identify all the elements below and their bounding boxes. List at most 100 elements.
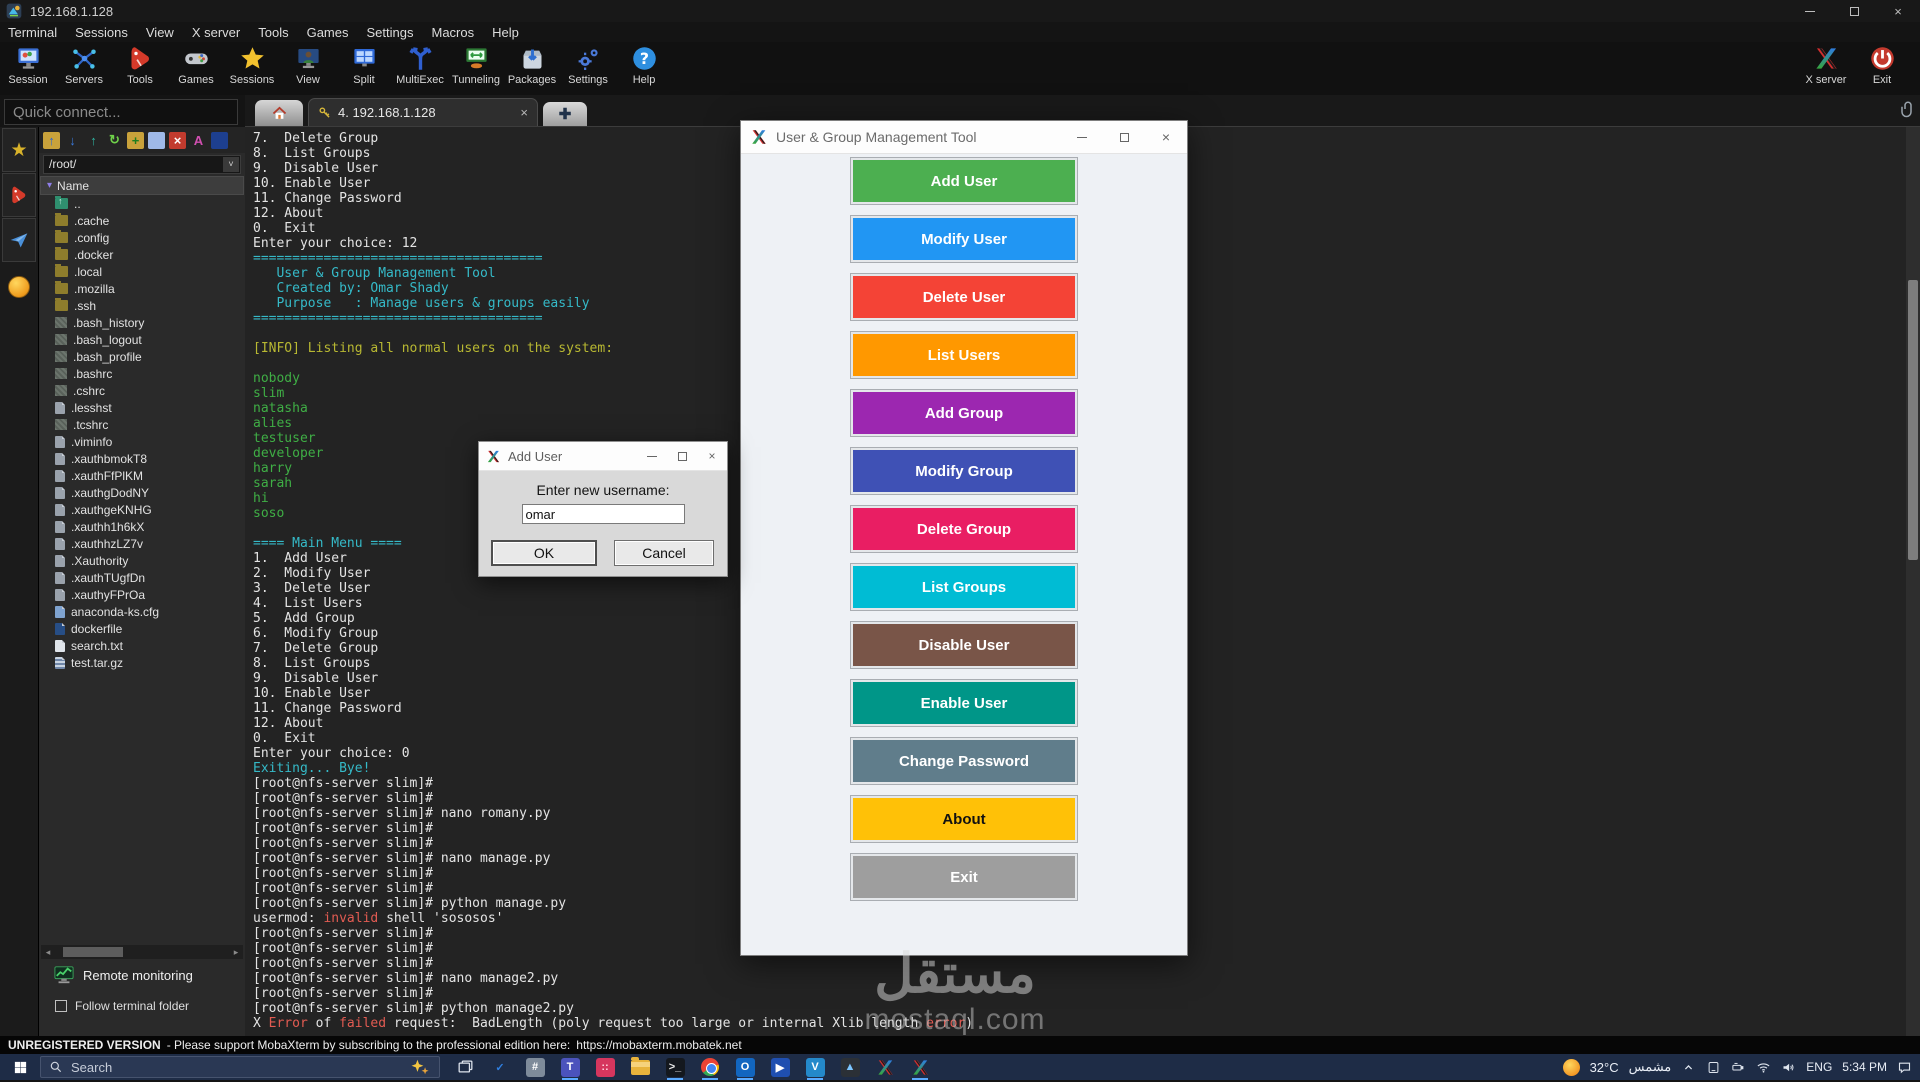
- scroll-right-arrow[interactable]: ▸: [229, 947, 243, 958]
- new-tab-button[interactable]: ✚: [543, 102, 587, 126]
- tool-maximize-button[interactable]: [1103, 121, 1145, 153]
- cancel-button[interactable]: Cancel: [614, 540, 714, 566]
- session-tab[interactable]: 4. 192.168.1.128 ×: [308, 98, 538, 126]
- toolbar-help-button[interactable]: ?Help: [616, 42, 672, 95]
- file-row--config[interactable]: .config: [39, 229, 245, 246]
- file-row--xauthgeknhg[interactable]: .xauthgeKNHG: [39, 501, 245, 518]
- terminal-vscrollbar[interactable]: [1906, 127, 1920, 1036]
- book-icon[interactable]: [211, 132, 228, 149]
- chrome-taskbar-icon[interactable]: [697, 1054, 723, 1080]
- mobaxterm-x-taskbar-icon[interactable]: [872, 1054, 898, 1080]
- file-row--cshrc[interactable]: .cshrc: [39, 382, 245, 399]
- vscode-taskbar-icon[interactable]: V: [802, 1054, 828, 1080]
- file-row--xauthffplkm[interactable]: .xauthFfPlKM: [39, 467, 245, 484]
- notifications-icon[interactable]: [1897, 1060, 1912, 1075]
- calculator-taskbar-icon[interactable]: #: [522, 1054, 548, 1080]
- file-row--cache[interactable]: .cache: [39, 212, 245, 229]
- delete-group-button[interactable]: Delete Group: [851, 506, 1077, 552]
- file-row--xauthbmokt8[interactable]: .xauthbmokT8: [39, 450, 245, 467]
- file-row--xauthyfproa[interactable]: .xauthyFPrOa: [39, 586, 245, 603]
- exit-button[interactable]: Exit: [851, 854, 1077, 900]
- weather-sun-icon[interactable]: [1563, 1059, 1580, 1076]
- macros-ball-icon[interactable]: [8, 276, 30, 298]
- file-row--bash-profile[interactable]: .bash_profile: [39, 348, 245, 365]
- blue-check-app-taskbar-icon[interactable]: ✓: [487, 1054, 513, 1080]
- delete-user-button[interactable]: Delete User: [851, 274, 1077, 320]
- menu-x-server[interactable]: X server: [192, 25, 240, 40]
- scroll-left-arrow[interactable]: ◂: [41, 947, 55, 958]
- home-tab[interactable]: [255, 100, 303, 126]
- file-list-hscrollbar[interactable]: ◂ ▸: [41, 945, 243, 959]
- tab-close-icon[interactable]: ×: [520, 105, 528, 120]
- wifi-icon[interactable]: [1756, 1060, 1771, 1075]
- pen-battery-icon[interactable]: [1731, 1060, 1746, 1075]
- path-field[interactable]: /root/ ˅: [43, 155, 241, 174]
- status-link[interactable]: https://mobaxterm.mobatek.net: [576, 1038, 741, 1052]
- disable-user-button[interactable]: Disable User: [851, 622, 1077, 668]
- toolbar-tunneling-button[interactable]: Tunneling: [448, 42, 504, 95]
- file-row--bash-history[interactable]: .bash_history: [39, 314, 245, 331]
- file-row--xauthtugfdn[interactable]: .xauthTUgfDn: [39, 569, 245, 586]
- file-row--local[interactable]: .local: [39, 263, 245, 280]
- file-row--xauthh1h6kx[interactable]: .xauthh1h6kX: [39, 518, 245, 535]
- delete-icon[interactable]: ×: [169, 132, 186, 149]
- toolbar-split-button[interactable]: Split: [336, 42, 392, 95]
- about-button[interactable]: About: [851, 796, 1077, 842]
- mobaxterm-x-2-taskbar-icon[interactable]: [907, 1054, 933, 1080]
- toolbar-session-button[interactable]: Session: [0, 42, 56, 95]
- edit-icon[interactable]: A: [190, 132, 207, 149]
- new-folder-icon[interactable]: +: [127, 132, 144, 149]
- toolbar-exit-button[interactable]: Exit: [1854, 42, 1910, 95]
- checkbox-icon[interactable]: [55, 1000, 67, 1012]
- tool-close-button[interactable]: ×: [1145, 121, 1187, 153]
- file-row-anaconda-ks-cfg[interactable]: anaconda-ks.cfg: [39, 603, 245, 620]
- toolbar-multiexec-button[interactable]: MultiExec: [392, 42, 448, 95]
- file-row-search-txt[interactable]: search.txt: [39, 637, 245, 654]
- quick-connect-input[interactable]: [4, 99, 238, 125]
- file-row--ssh[interactable]: .ssh: [39, 297, 245, 314]
- weather-text[interactable]: مشمس: [1629, 1059, 1672, 1075]
- tool-minimize-button[interactable]: [1061, 121, 1103, 153]
- tray-expand-icon[interactable]: [1681, 1060, 1696, 1075]
- follow-terminal-folder-checkbox[interactable]: Follow terminal folder: [55, 999, 189, 1013]
- command-prompt-taskbar-icon[interactable]: >_: [662, 1054, 688, 1080]
- file-row--docker[interactable]: .docker: [39, 246, 245, 263]
- vscroll-thumb[interactable]: [1908, 280, 1918, 560]
- download-icon[interactable]: ↓: [64, 132, 81, 149]
- upload-icon[interactable]: ↑: [85, 132, 102, 149]
- menu-games[interactable]: Games: [307, 25, 349, 40]
- minimize-button[interactable]: [1788, 0, 1832, 22]
- toolbar-servers-button[interactable]: Servers: [56, 42, 112, 95]
- file-row--bashrc[interactable]: .bashrc: [39, 365, 245, 382]
- remote-monitoring-button[interactable]: Remote monitoring: [53, 965, 193, 985]
- path-dropdown-button[interactable]: ˅: [223, 157, 239, 172]
- dialog-maximize-button[interactable]: [667, 442, 697, 470]
- language-indicator[interactable]: ENG: [1806, 1060, 1832, 1074]
- taskbar-search[interactable]: Search: [40, 1056, 440, 1078]
- file-row-dockerfile[interactable]: dockerfile: [39, 620, 245, 637]
- menu-view[interactable]: View: [146, 25, 174, 40]
- dialog-close-button[interactable]: ×: [697, 442, 727, 470]
- add-group-button[interactable]: Add Group: [851, 390, 1077, 436]
- new-file-icon[interactable]: [148, 132, 165, 149]
- menu-settings[interactable]: Settings: [367, 25, 414, 40]
- file-row--xauthority[interactable]: .Xauthority: [39, 552, 245, 569]
- modify-user-button[interactable]: Modify User: [851, 216, 1077, 262]
- start-button[interactable]: [0, 1054, 40, 1080]
- teams-taskbar-icon[interactable]: T: [557, 1054, 583, 1080]
- file-row--xauthhzlz7v[interactable]: .xauthhzLZ7v: [39, 535, 245, 552]
- task-view-taskbar-icon[interactable]: [452, 1054, 478, 1080]
- file-row--tcshrc[interactable]: .tcshrc: [39, 416, 245, 433]
- toolbar-tools-button[interactable]: Tools: [112, 42, 168, 95]
- username-input[interactable]: [522, 504, 685, 524]
- sftp-tab-button[interactable]: [2, 218, 36, 262]
- paperclip-icon[interactable]: [1899, 100, 1917, 118]
- photos-taskbar-icon[interactable]: ▲: [837, 1054, 863, 1080]
- maximize-button[interactable]: [1832, 0, 1876, 22]
- name-column-header[interactable]: ▾ Name: [40, 176, 244, 195]
- menu-tools[interactable]: Tools: [258, 25, 288, 40]
- toolbar-x-server-button[interactable]: X server: [1798, 42, 1854, 95]
- tools-tab-button[interactable]: [2, 173, 36, 217]
- hscroll-thumb[interactable]: [63, 947, 123, 957]
- toolbar-view-button[interactable]: View: [280, 42, 336, 95]
